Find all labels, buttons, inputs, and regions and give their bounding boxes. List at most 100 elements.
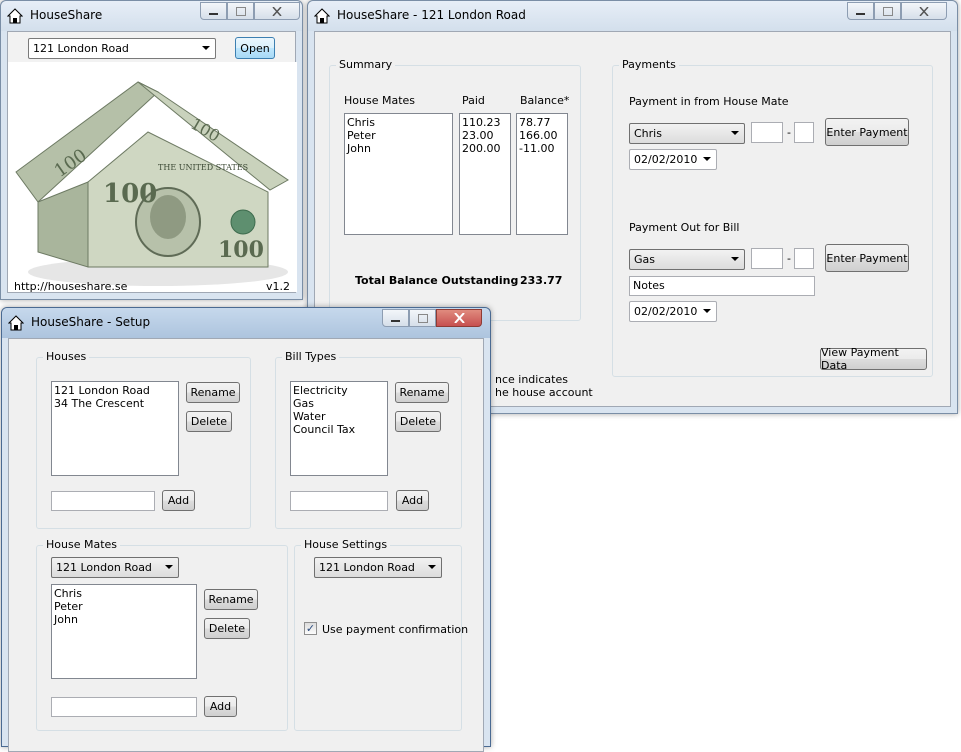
payments-group-label: Payments bbox=[619, 58, 679, 71]
payment-in-date-value: 02/02/2010 bbox=[634, 153, 698, 166]
list-item[interactable]: 78.77 bbox=[519, 116, 565, 129]
houses-delete-button[interactable]: Delete bbox=[186, 411, 232, 432]
house-select[interactable]: 121 London Road bbox=[28, 38, 216, 59]
house-settings-group-label: House Settings bbox=[301, 538, 391, 551]
list-item[interactable]: 23.00 bbox=[462, 129, 508, 142]
dropdown-arrow-icon bbox=[165, 565, 173, 569]
setup-window: HouseShare - Setup Houses 121 London Roa… bbox=[1, 307, 491, 752]
payment-out-label: Payment Out for Bill bbox=[629, 221, 740, 234]
dropdown-arrow-icon bbox=[428, 565, 436, 569]
close-button[interactable] bbox=[436, 309, 482, 327]
setup-client: Houses 121 London Road 34 The Crescent R… bbox=[8, 338, 484, 752]
house-mates-rename-button[interactable]: Rename bbox=[204, 589, 258, 610]
dropdown-arrow-icon bbox=[731, 257, 739, 261]
payment-out-amount-whole[interactable] bbox=[751, 248, 783, 269]
new-bill-type-input[interactable] bbox=[290, 491, 388, 511]
launcher-window-title: HouseShare bbox=[30, 8, 103, 22]
website-link[interactable]: http://houseshare.se bbox=[14, 280, 127, 293]
house-mates-list[interactable]: Chris Peter John bbox=[51, 584, 197, 679]
bill-types-group-label: Bill Types bbox=[282, 350, 340, 363]
payment-in-separator: - bbox=[787, 126, 791, 139]
list-item[interactable]: Electricity bbox=[293, 384, 385, 397]
maximize-button[interactable] bbox=[874, 2, 901, 20]
list-item[interactable]: Peter bbox=[347, 129, 450, 142]
payment-out-bill-select[interactable]: Gas bbox=[629, 249, 745, 270]
payment-confirmation-label[interactable]: Use payment confirmation bbox=[322, 623, 468, 636]
footnote-line-2: he house account bbox=[495, 386, 593, 399]
enter-payment-in-button[interactable]: Enter Payment bbox=[825, 118, 909, 146]
maximize-button[interactable] bbox=[409, 309, 436, 327]
list-item[interactable]: 121 London Road bbox=[54, 384, 176, 397]
house-icon bbox=[8, 315, 24, 331]
list-item[interactable]: Gas bbox=[293, 397, 385, 410]
payment-in-person-select[interactable]: Chris bbox=[629, 123, 745, 144]
housemates-column-header: House Mates bbox=[344, 94, 416, 107]
list-item[interactable]: Chris bbox=[54, 587, 194, 600]
house-mates-house-value: 121 London Road bbox=[56, 561, 152, 574]
open-button[interactable]: Open bbox=[235, 37, 275, 59]
bill-types-list[interactable]: Electricity Gas Water Council Tax bbox=[290, 381, 388, 476]
paid-list[interactable]: 110.23 23.00 200.00 bbox=[459, 113, 511, 235]
list-item[interactable]: Water bbox=[293, 410, 385, 423]
minimize-button[interactable] bbox=[200, 2, 227, 20]
list-item[interactable]: Chris bbox=[347, 116, 450, 129]
list-item[interactable]: John bbox=[347, 142, 450, 155]
payment-in-amount-cents[interactable] bbox=[794, 122, 814, 143]
houses-rename-button[interactable]: Rename bbox=[186, 382, 240, 403]
housemates-list[interactable]: Chris Peter John bbox=[344, 113, 453, 235]
list-item[interactable]: 166.00 bbox=[519, 129, 565, 142]
maximize-icon bbox=[882, 6, 893, 16]
setup-window-title: HouseShare - Setup bbox=[31, 315, 151, 329]
new-house-input[interactable] bbox=[51, 491, 155, 511]
payment-in-amount-whole[interactable] bbox=[751, 122, 783, 143]
summary-group-label: Summary bbox=[336, 58, 396, 71]
main-window-title: HouseShare - 121 London Road bbox=[337, 8, 526, 22]
maximize-button[interactable] bbox=[227, 2, 254, 20]
enter-payment-out-button[interactable]: Enter Payment bbox=[825, 244, 909, 272]
list-item[interactable]: Peter bbox=[54, 600, 194, 613]
payment-confirmation-checkbox[interactable]: ✓ bbox=[304, 622, 317, 635]
new-house-mate-input[interactable] bbox=[51, 697, 197, 717]
balance-list[interactable]: 78.77 166.00 -11.00 bbox=[516, 113, 568, 235]
payment-out-date-picker[interactable]: 02/02/2010 bbox=[629, 301, 717, 322]
payment-in-date-picker[interactable]: 02/02/2010 bbox=[629, 149, 717, 170]
maximize-icon bbox=[235, 6, 246, 16]
house-mates-house-select[interactable]: 121 London Road bbox=[51, 557, 179, 578]
list-item[interactable]: 110.23 bbox=[462, 116, 508, 129]
launcher-titlebar[interactable]: HouseShare bbox=[1, 1, 302, 31]
launcher-client: 121 London Road Open 100 100 THE UNITED … bbox=[7, 31, 297, 293]
total-balance-value: 233.77 bbox=[520, 274, 563, 287]
payment-notes-field[interactable]: Notes bbox=[629, 276, 815, 296]
view-payment-data-button[interactable]: View Payment Data bbox=[820, 346, 927, 372]
list-item[interactable]: -11.00 bbox=[519, 142, 565, 155]
minimize-button[interactable] bbox=[382, 309, 409, 327]
list-item[interactable]: John bbox=[54, 613, 194, 626]
close-icon bbox=[272, 6, 282, 16]
close-button[interactable] bbox=[254, 2, 300, 20]
close-button[interactable] bbox=[901, 2, 947, 20]
houses-add-button[interactable]: Add bbox=[162, 490, 195, 511]
footnote-line-1: nce indicates bbox=[495, 373, 568, 386]
house-settings-house-value: 121 London Road bbox=[319, 561, 415, 574]
list-item[interactable]: Council Tax bbox=[293, 423, 385, 436]
house-mates-delete-button[interactable]: Delete bbox=[204, 618, 250, 639]
house-mates-add-button[interactable]: Add bbox=[204, 696, 237, 717]
main-titlebar[interactable]: HouseShare - 121 London Road bbox=[308, 1, 957, 31]
list-item[interactable]: 34 The Crescent bbox=[54, 397, 176, 410]
houses-list[interactable]: 121 London Road 34 The Crescent bbox=[51, 381, 179, 476]
setup-titlebar[interactable]: HouseShare - Setup bbox=[2, 308, 490, 338]
svg-text:100: 100 bbox=[103, 179, 157, 209]
paid-column-header: Paid bbox=[462, 94, 485, 107]
bill-types-add-button[interactable]: Add bbox=[396, 490, 429, 511]
dropdown-arrow-icon bbox=[703, 309, 711, 313]
payment-out-amount-cents[interactable] bbox=[794, 248, 814, 269]
dropdown-arrow-icon bbox=[703, 157, 711, 161]
bill-types-rename-button[interactable]: Rename bbox=[395, 382, 449, 403]
house-icon bbox=[7, 8, 23, 24]
bill-types-delete-button[interactable]: Delete bbox=[395, 411, 441, 432]
list-item[interactable]: 200.00 bbox=[462, 142, 508, 155]
payment-in-person-value: Chris bbox=[634, 127, 662, 140]
house-select-value: 121 London Road bbox=[33, 42, 129, 55]
house-settings-house-select[interactable]: 121 London Road bbox=[314, 557, 442, 578]
minimize-button[interactable] bbox=[847, 2, 874, 20]
